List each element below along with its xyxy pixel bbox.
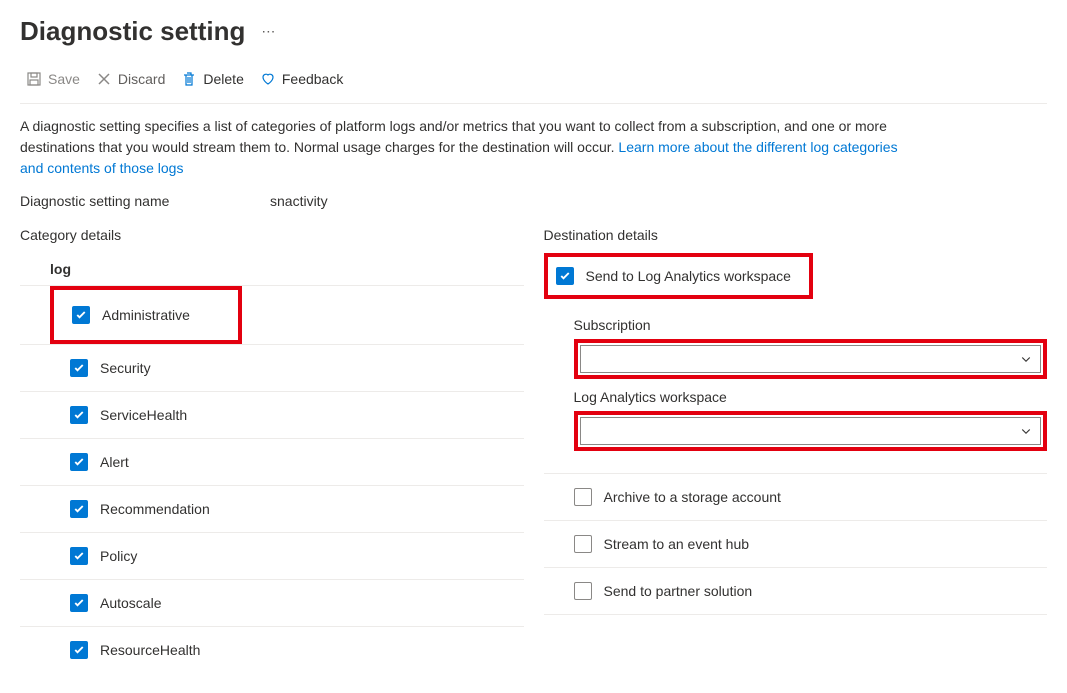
category-row-resourcehealth: ResourceHealth <box>20 626 524 673</box>
more-icon[interactable]: ⋯ <box>261 23 277 40</box>
workspace-select[interactable] <box>580 417 1042 445</box>
destination-details-title: Destination details <box>544 227 1048 243</box>
category-checkbox-recommendation[interactable] <box>70 500 88 518</box>
category-checkbox-administrative[interactable] <box>72 306 90 324</box>
workspace-label: Log Analytics workspace <box>574 389 1048 405</box>
category-label-servicehealth: ServiceHealth <box>100 407 187 423</box>
setting-name-row: Diagnostic setting name snactivity <box>20 193 1047 209</box>
destination-label-archive: Archive to a storage account <box>604 489 781 505</box>
category-row-recommendation: Recommendation <box>20 485 524 532</box>
destination-row-partner: Send to partner solution <box>544 568 1048 615</box>
category-label-recommendation: Recommendation <box>100 501 210 517</box>
destination-row-archive: Archive to a storage account <box>544 474 1048 521</box>
category-row-servicehealth: ServiceHealth <box>20 391 524 438</box>
delete-icon <box>181 71 197 87</box>
page-title: Diagnostic setting <box>20 16 245 47</box>
category-group-heading: log <box>50 253 524 285</box>
destination-checkbox-eventhub[interactable] <box>574 535 592 553</box>
delete-button[interactable]: Delete <box>175 67 249 91</box>
category-label-security: Security <box>100 360 151 376</box>
category-checkbox-autoscale[interactable] <box>70 594 88 612</box>
destination-label-partner: Send to partner solution <box>604 583 753 599</box>
setting-name-value: snactivity <box>270 193 328 209</box>
category-label-policy: Policy <box>100 548 137 564</box>
category-row-security: Security <box>20 344 524 391</box>
category-checkbox-policy[interactable] <box>70 547 88 565</box>
discard-icon <box>96 71 112 87</box>
category-list: Administrative Security ServiceHealth Alert… <box>20 285 524 673</box>
subscription-select[interactable] <box>580 345 1042 373</box>
feedback-label: Feedback <box>282 71 343 87</box>
category-checkbox-alert[interactable] <box>70 453 88 471</box>
discard-button[interactable]: Discard <box>90 67 171 91</box>
destination-row-eventhub: Stream to an event hub <box>544 521 1048 568</box>
toolbar: Save Discard Delete Feedback <box>20 57 1047 104</box>
feedback-icon <box>260 71 276 87</box>
category-label-administrative: Administrative <box>102 307 190 323</box>
category-details: Category details log Administrative Secur… <box>20 227 524 673</box>
category-row-autoscale: Autoscale <box>20 579 524 626</box>
category-row-alert: Alert <box>20 438 524 485</box>
chevron-down-icon <box>1020 353 1032 365</box>
save-icon <box>26 71 42 87</box>
setting-name-label: Diagnostic setting name <box>20 193 270 209</box>
category-checkbox-resourcehealth[interactable] <box>70 641 88 659</box>
category-row-administrative: Administrative <box>56 292 230 338</box>
category-details-title: Category details <box>20 227 524 243</box>
destination-checkbox-partner[interactable] <box>574 582 592 600</box>
chevron-down-icon <box>1020 425 1032 437</box>
save-label: Save <box>48 71 80 87</box>
category-row-policy: Policy <box>20 532 524 579</box>
save-button[interactable]: Save <box>20 67 86 91</box>
category-checkbox-servicehealth[interactable] <box>70 406 88 424</box>
description: A diagnostic setting specifies a list of… <box>20 116 900 179</box>
destination-details: Destination details Send to Log Analytic… <box>544 227 1048 673</box>
send-law-checkbox[interactable] <box>556 267 574 285</box>
destination-label-eventhub: Stream to an event hub <box>604 536 750 552</box>
category-checkbox-security[interactable] <box>70 359 88 377</box>
send-law-label: Send to Log Analytics workspace <box>586 268 791 284</box>
page-header: Diagnostic setting ⋯ <box>20 0 1047 57</box>
category-label-autoscale: Autoscale <box>100 595 161 611</box>
feedback-button[interactable]: Feedback <box>254 67 349 91</box>
discard-label: Discard <box>118 71 165 87</box>
category-label-alert: Alert <box>100 454 129 470</box>
subscription-label: Subscription <box>574 317 1048 333</box>
destination-checkbox-archive[interactable] <box>574 488 592 506</box>
destination-other-list: Archive to a storage account Stream to an… <box>544 473 1048 615</box>
send-law-row: Send to Log Analytics workspace <box>550 259 801 293</box>
delete-label: Delete <box>203 71 243 87</box>
category-label-resourcehealth: ResourceHealth <box>100 642 200 658</box>
